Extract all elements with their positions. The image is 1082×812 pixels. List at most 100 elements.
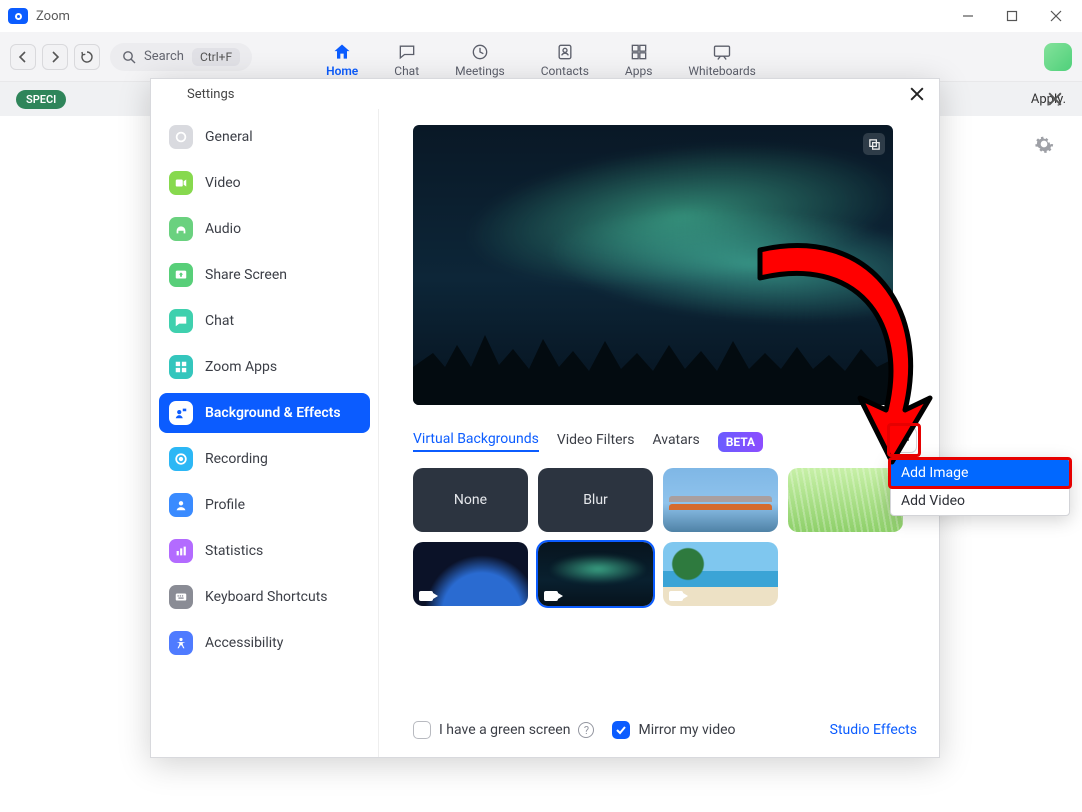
video-icon [669,591,683,601]
help-icon[interactable]: ? [578,722,594,738]
checkbox-unchecked-icon [413,721,431,739]
tab-meetings[interactable]: Meetings [455,42,505,82]
tab-home[interactable]: Home [326,42,358,82]
titlebar: Zoom [0,0,1082,32]
sidebar-item-accessibility[interactable]: Accessibility [159,623,370,663]
sidebar-item-video[interactable]: Video [159,163,370,203]
accessibility-icon [169,631,193,655]
tab-whiteboards[interactable]: Whiteboards [688,42,756,82]
sidebar-item-label: Profile [205,497,245,513]
zoom-appicon [161,87,179,101]
search-placeholder: Search [144,49,184,64]
window-close-button[interactable] [1034,1,1078,31]
video-preview [413,125,893,405]
statistics-icon [169,539,193,563]
main-toolbar: Search Ctrl+F Home Chat Meetings Contact… [0,32,1082,82]
clock-icon [470,42,490,62]
add-background-button[interactable] [891,427,917,453]
sidebar-item-label: Audio [205,221,241,237]
nav-back-button[interactable] [10,44,36,70]
sidebar-item-label: Recording [205,451,268,467]
beta-badge: BETA [718,432,763,452]
apps-icon [629,42,649,62]
background-thumb-aurora[interactable] [538,542,653,606]
chat-icon [397,42,417,62]
window-minimize-button[interactable] [946,1,990,31]
headphones-icon [169,217,193,241]
sidebar-item-share-screen[interactable]: Share Screen [159,255,370,295]
search-icon [122,50,136,64]
studio-effects-link[interactable]: Studio Effects [830,722,917,738]
settings-close-button[interactable] [905,82,929,106]
background-thumb-none[interactable]: None [413,468,528,532]
sidebar-item-general[interactable]: General [159,117,370,157]
sidebar-item-background-effects[interactable]: Background & Effects [159,393,370,433]
banner-close-button[interactable] [1040,82,1070,116]
checkbox-checked-icon [612,721,630,739]
sidebar-item-recording[interactable]: Recording [159,439,370,479]
sidebar-item-label: Share Screen [205,267,287,283]
sidebar-item-profile[interactable]: Profile [159,485,370,525]
video-icon [419,591,433,601]
tab-apps[interactable]: Apps [625,42,653,82]
zoom-appicon [8,8,28,24]
background-thumb-blur[interactable]: Blur [538,468,653,532]
settings-window: Settings General Video Audio Share Scree… [150,78,940,758]
sidebar-item-label: Accessibility [205,635,283,651]
menu-item-add-image[interactable]: Add Image [891,459,1069,487]
whiteboard-icon [712,42,732,62]
search-input[interactable]: Search Ctrl+F [110,43,252,71]
subtab-video-filters[interactable]: Video Filters [557,432,635,451]
home-icon [332,42,352,62]
sidebar-item-keyboard-shortcuts[interactable]: Keyboard Shortcuts [159,577,370,617]
sidebar-item-statistics[interactable]: Statistics [159,531,370,571]
enlarge-icon[interactable] [863,133,885,155]
tab-contacts[interactable]: Contacts [541,42,589,82]
window-title: Zoom [36,9,70,24]
record-icon [169,447,193,471]
background-thumbnail-grid: None Blur [413,468,903,606]
search-kbd-hint: Ctrl+F [192,48,240,66]
sidebar-item-label: Background & Effects [205,405,341,421]
contacts-icon [555,42,575,62]
nav-history-button[interactable] [74,44,100,70]
green-screen-label: I have a green screen [439,722,570,738]
window-maximize-button[interactable] [990,1,1034,31]
plus-icon [897,433,911,447]
background-thumb-grass[interactable] [788,468,903,532]
background-effects-icon [169,401,193,425]
background-thumb-earth[interactable] [413,542,528,606]
sidebar-item-label: Chat [205,313,234,329]
sidebar-item-audio[interactable]: Audio [159,209,370,249]
background-thumb-bridge[interactable] [663,468,778,532]
chat-icon [169,309,193,333]
sidebar-item-label: Zoom Apps [205,359,277,375]
apps-icon [169,355,193,379]
settings-title: Settings [187,87,234,102]
tab-chat[interactable]: Chat [394,42,419,82]
mirror-video-label: Mirror my video [638,722,735,738]
promo-chip: SPECI [16,90,66,109]
background-thumb-beach[interactable] [663,542,778,606]
settings-panel: Virtual Backgrounds Video Filters Avatar… [379,109,939,757]
subtab-avatars[interactable]: Avatars [652,432,699,451]
green-screen-checkbox[interactable]: I have a green screen ? [413,721,594,739]
profile-icon [169,493,193,517]
sidebar-item-label: General [205,129,253,145]
add-background-menu: Add Image Add Video [890,458,1070,516]
sidebar-item-label: Statistics [205,543,263,559]
mirror-video-checkbox[interactable]: Mirror my video [612,721,735,739]
sidebar-item-zoom-apps[interactable]: Zoom Apps [159,347,370,387]
subtab-virtual-backgrounds[interactable]: Virtual Backgrounds [413,431,539,452]
gear-icon [169,125,193,149]
menu-item-add-video[interactable]: Add Video [891,487,1069,515]
sidebar-item-chat[interactable]: Chat [159,301,370,341]
share-icon [169,263,193,287]
sidebar-item-label: Video [205,175,241,191]
video-icon [544,591,558,601]
video-icon [169,171,193,195]
nav-forward-button[interactable] [42,44,68,70]
sidebar-item-label: Keyboard Shortcuts [205,589,328,605]
avatar[interactable] [1044,43,1072,71]
settings-gear-button[interactable] [1034,134,1054,158]
